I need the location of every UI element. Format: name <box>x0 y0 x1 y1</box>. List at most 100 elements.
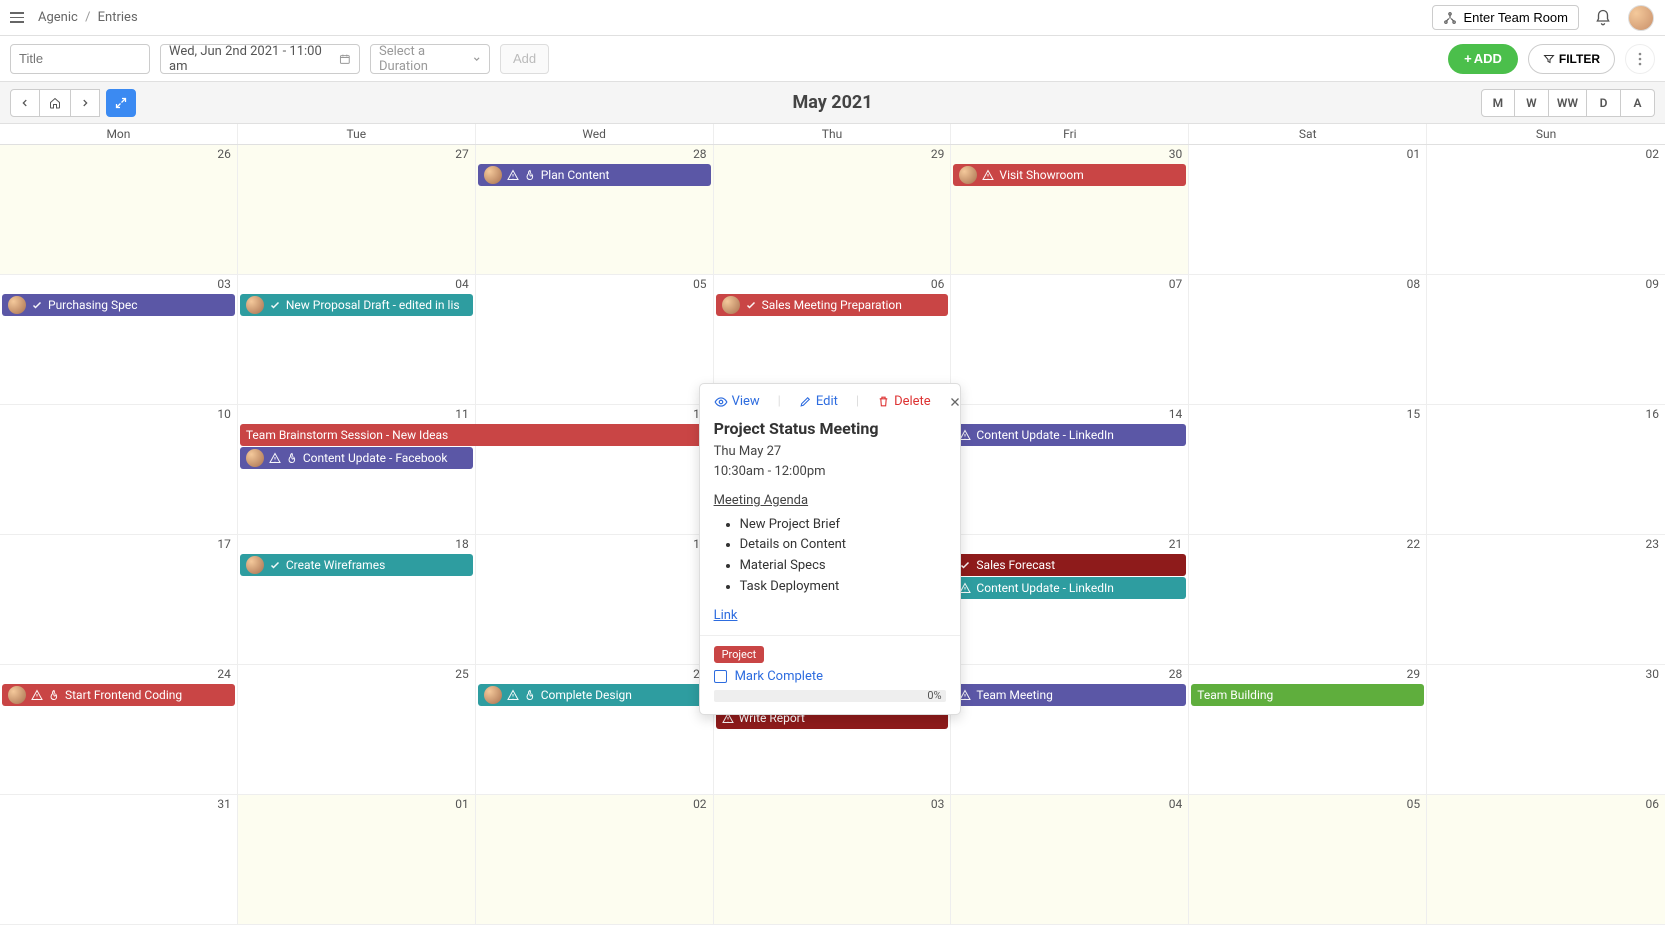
calendar-cell[interactable]: 16 <box>1427 405 1665 535</box>
calendar-cell[interactable]: 29 <box>714 145 952 275</box>
calendar-event[interactable]: Plan Content <box>478 164 711 186</box>
calendar-cell[interactable]: 11Team Brainstorm Session - New IdeasCon… <box>238 405 476 535</box>
duration-select[interactable]: Select a Duration <box>370 44 490 74</box>
calendar-cell[interactable]: 02 <box>1427 145 1665 275</box>
calendar-cell[interactable]: 05 <box>1189 795 1427 925</box>
day-number: 27 <box>455 147 469 161</box>
calendar-cell[interactable]: 27 <box>238 145 476 275</box>
breadcrumb-separator: / <box>85 10 90 25</box>
calendar-event[interactable]: Content Update - Facebook <box>240 447 473 469</box>
view-mode-d[interactable]: D <box>1587 89 1621 117</box>
calendar-cell[interactable]: 19 <box>476 535 714 665</box>
today-button[interactable] <box>40 89 70 117</box>
calendar-cell[interactable]: 30Visit Showroom <box>951 145 1189 275</box>
calendar-event[interactable]: Create Wireframes <box>240 554 473 576</box>
user-avatar-button[interactable] <box>1627 4 1655 32</box>
dow-cell: Sat <box>1189 124 1427 144</box>
calendar-cell[interactable]: 01 <box>238 795 476 925</box>
calendar-cell[interactable]: 28Team Meeting <box>951 665 1189 795</box>
calendar-event[interactable]: Content Update - LinkedIn <box>953 424 1186 446</box>
calendar-cell[interactable]: 08 <box>1189 275 1427 405</box>
calendar-event[interactable]: Complete Design <box>478 684 711 706</box>
calendar-event[interactable]: Content Update - LinkedIn <box>953 577 1186 599</box>
calendar-cell[interactable]: 31 <box>0 795 238 925</box>
day-of-week-row: MonTueWedThuFriSatSun <box>0 124 1665 145</box>
popover-link[interactable]: Link <box>714 608 738 623</box>
warning-icon <box>269 452 281 464</box>
edit-label: Edit <box>816 394 838 409</box>
notifications-button[interactable] <box>1589 4 1617 32</box>
day-number: 06 <box>931 277 945 291</box>
calendar-cell[interactable]: 30 <box>1427 665 1665 795</box>
calendar-cell[interactable]: 15 <box>1189 405 1427 535</box>
calendar-event[interactable]: New Proposal Draft - edited in lis <box>240 294 473 316</box>
calendar-cell[interactable]: 28Plan Content <box>476 145 714 275</box>
calendar-cell[interactable]: 03 <box>714 795 952 925</box>
mark-complete-checkbox[interactable]: Mark Complete <box>714 669 946 684</box>
enter-team-room-button[interactable]: Enter Team Room <box>1432 5 1579 30</box>
date-picker[interactable]: Wed, Jun 2nd 2021 - 11:00 am <box>160 44 360 74</box>
calendar-event[interactable]: Sales Meeting Preparation <box>716 294 949 316</box>
day-number: 05 <box>693 277 707 291</box>
view-mode-m[interactable]: M <box>1481 89 1515 117</box>
next-button[interactable] <box>70 89 100 117</box>
calendar-event[interactable]: Visit Showroom <box>953 164 1186 186</box>
title-input[interactable] <box>10 44 150 74</box>
calendar-cell[interactable]: 07 <box>951 275 1189 405</box>
calendar-cell[interactable]: 09 <box>1427 275 1665 405</box>
calendar-cell[interactable]: 23 <box>1427 535 1665 665</box>
calendar-cell[interactable]: 04New Proposal Draft - edited in lis <box>238 275 476 405</box>
menu-icon[interactable] <box>10 12 24 23</box>
calendar-cell[interactable]: 24Start Frontend Coding <box>0 665 238 795</box>
day-number: 08 <box>1407 277 1421 291</box>
calendar-cell[interactable]: 01 <box>1189 145 1427 275</box>
calendar-cell[interactable]: 14Content Update - LinkedIn <box>951 405 1189 535</box>
calendar-cell[interactable]: 10 <box>0 405 238 535</box>
flame-icon <box>524 689 536 701</box>
team-room-label: Enter Team Room <box>1463 10 1568 25</box>
calendar-cell[interactable]: 21 Sales Forecast Content Update - LinkedI… <box>951 535 1189 665</box>
view-mode-w[interactable]: W <box>1515 89 1549 117</box>
popover-delete-button[interactable]: Delete <box>877 394 931 409</box>
calendar-cell[interactable]: 17 <box>0 535 238 665</box>
calendar-cell[interactable]: 25 <box>238 665 476 795</box>
day-number: 17 <box>217 537 231 551</box>
calendar-cell[interactable]: 18Create Wireframes <box>238 535 476 665</box>
calendar-cell[interactable]: 26 <box>0 145 238 275</box>
calendar-cell[interactable]: 26Complete Design <box>476 665 714 795</box>
breadcrumb-page[interactable]: Entries <box>98 10 138 25</box>
add-button[interactable]: +ADD <box>1448 44 1518 74</box>
calendar-cell[interactable]: 29Team Building <box>1189 665 1427 795</box>
more-vertical-icon <box>1638 52 1642 66</box>
calendar-event[interactable]: Sales Forecast <box>953 554 1186 576</box>
warning-icon <box>959 429 971 441</box>
calendar-event[interactable]: Team Building <box>1191 684 1424 706</box>
calendar-cell[interactable]: 04 <box>951 795 1189 925</box>
event-title: Sales Forecast <box>976 558 1055 572</box>
calendar-cell[interactable]: 02 <box>476 795 714 925</box>
popover-edit-button[interactable]: Edit <box>799 394 838 409</box>
popover-view-button[interactable]: View <box>714 394 760 409</box>
calendar-event[interactable]: Purchasing Spec <box>2 294 235 316</box>
day-number: 23 <box>1646 537 1660 551</box>
view-mode-a[interactable]: A <box>1621 89 1655 117</box>
calendar-cell[interactable]: 22 <box>1189 535 1427 665</box>
calendar-cell[interactable]: 05 <box>476 275 714 405</box>
prev-button[interactable] <box>10 89 40 117</box>
day-number: 21 <box>1169 537 1183 551</box>
more-button[interactable] <box>1625 44 1655 74</box>
view-mode-ww[interactable]: WW <box>1549 89 1587 117</box>
calendar-cell[interactable]: 06 <box>1427 795 1665 925</box>
calendar-event[interactable]: Team Meeting <box>953 684 1186 706</box>
calendar-cell[interactable]: 03Purchasing Spec <box>0 275 238 405</box>
breadcrumb-app[interactable]: Agenic <box>38 10 78 25</box>
calendar-title: May 2021 <box>792 92 872 113</box>
flame-icon <box>48 689 60 701</box>
day-number: 09 <box>1646 277 1660 291</box>
pencil-icon <box>799 395 812 408</box>
popover-tag[interactable]: Project <box>714 646 765 663</box>
popover-close-button[interactable] <box>949 396 961 408</box>
filter-button[interactable]: FILTER <box>1528 44 1615 74</box>
expand-button[interactable] <box>106 89 136 117</box>
calendar-event[interactable]: Start Frontend Coding <box>2 684 235 706</box>
